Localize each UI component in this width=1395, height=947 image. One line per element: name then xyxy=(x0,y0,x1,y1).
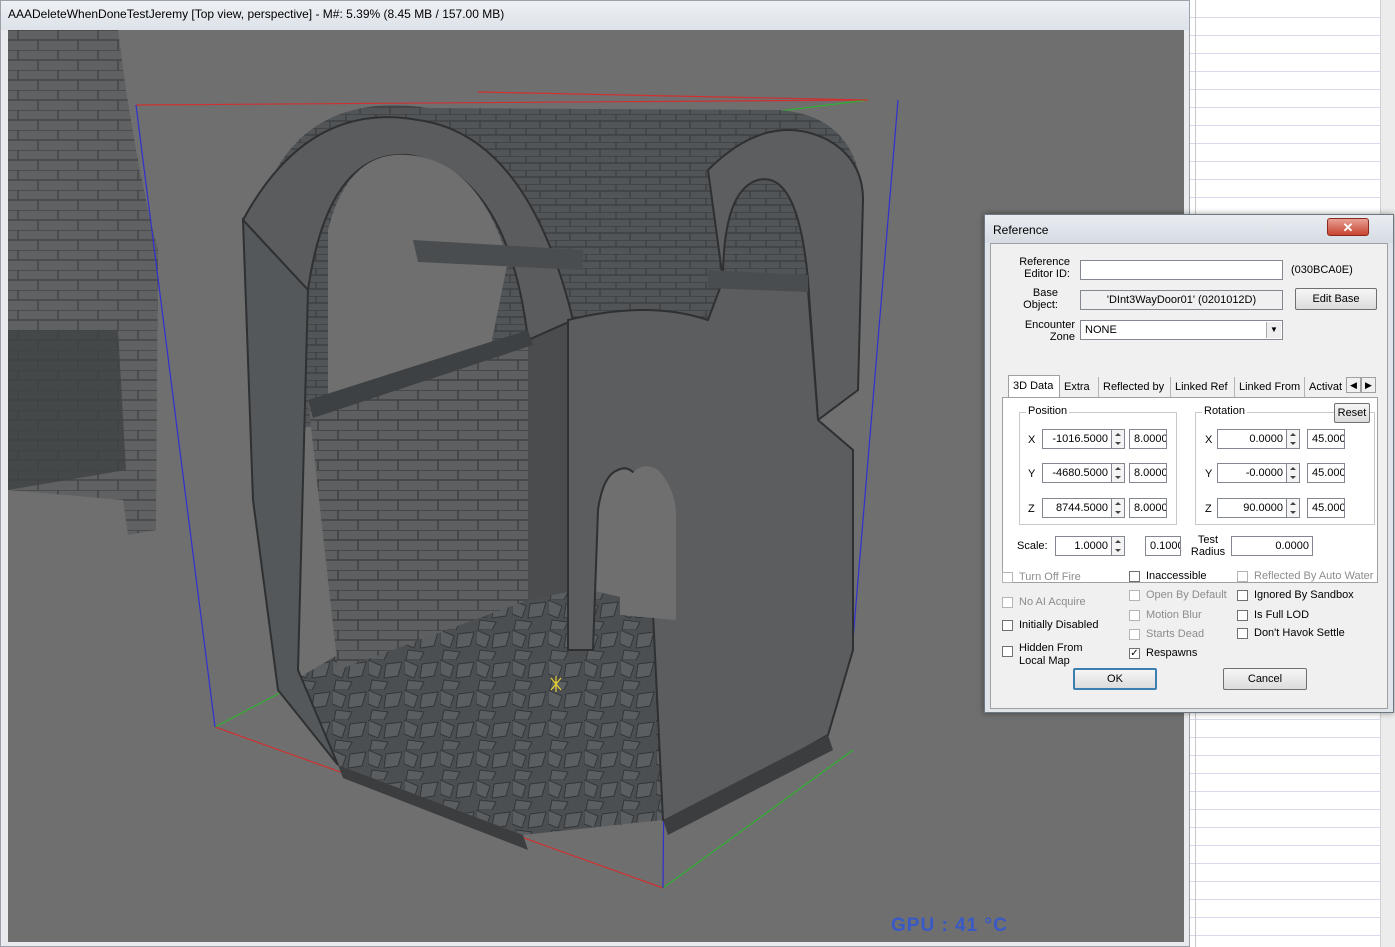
tab-scroll-left-icon[interactable]: ◀ xyxy=(1346,377,1361,393)
encounter-zone-select[interactable]: NONE ▼ xyxy=(1080,320,1283,340)
encounter-zone-label: Encounter Zone xyxy=(1024,319,1075,343)
tab-reflected-by[interactable]: Reflected by xyxy=(1099,377,1171,397)
checkbox-label: Motion Blur xyxy=(1146,609,1202,621)
position-x-label: X xyxy=(1028,434,1036,446)
chevron-down-icon[interactable]: ▼ xyxy=(1266,322,1281,338)
checkbox-box[interactable] xyxy=(1002,597,1013,608)
rotation-z-label: Z xyxy=(1205,503,1212,515)
position-z-input[interactable]: 8744.5000 xyxy=(1042,498,1112,518)
tab-bar: 3D Data Extra Reflected by Linked Ref Li… xyxy=(1008,375,1376,398)
close-button[interactable]: ✕ xyxy=(1327,218,1369,236)
position-z-label: Z xyxy=(1028,503,1035,515)
checkbox-label: Hidden From Local Map xyxy=(1019,642,1083,667)
checkbox-box[interactable] xyxy=(1129,590,1140,601)
checkbox-label: Respawns xyxy=(1146,647,1198,659)
position-y-step-input[interactable]: 8.0000 xyxy=(1129,463,1167,483)
reference-editor-id-input[interactable] xyxy=(1080,260,1283,280)
tab-3d-data[interactable]: 3D Data xyxy=(1008,375,1060,398)
tab-page-3d-data: Position X -1016.5000 8.0000 Y -4680.500… xyxy=(1002,397,1378,583)
ok-button[interactable]: OK xyxy=(1073,668,1157,690)
scale-step-input[interactable]: 0.1000 xyxy=(1145,536,1181,556)
position-z-step-input[interactable]: 8.0000 xyxy=(1129,498,1167,518)
tab-linked-ref[interactable]: Linked Ref xyxy=(1171,377,1235,397)
base-object-label: Base Object: xyxy=(1023,287,1058,311)
reference-dialog: Reference ✕ Reference Editor ID: (030BCA… xyxy=(984,214,1394,713)
checkbox-label: Starts Dead xyxy=(1146,628,1205,640)
test-radius-input[interactable]: 0.0000 xyxy=(1231,536,1313,556)
checkbox-label: Ignored By Sandbox xyxy=(1254,589,1354,601)
checkbox-label: Is Full LOD xyxy=(1254,609,1310,621)
scale-input[interactable]: 1.0000 xyxy=(1055,536,1112,556)
encounter-zone-value: NONE xyxy=(1085,324,1117,336)
checkbox-box[interactable] xyxy=(1237,610,1248,621)
dialog-title: Reference xyxy=(993,223,1049,237)
scale-spinner[interactable] xyxy=(1112,536,1125,556)
rotation-z-input[interactable]: 90.0000 xyxy=(1217,498,1287,518)
base-object-field: 'DInt3WayDoor01' (0201012D) xyxy=(1080,290,1283,310)
checkbox-box[interactable] xyxy=(1002,646,1013,657)
checkbox-box[interactable] xyxy=(1129,571,1140,582)
rotation-z-step-input[interactable]: 45.000 xyxy=(1307,498,1345,518)
rotation-x-label: X xyxy=(1205,434,1213,446)
checkbox-label: Open By Default xyxy=(1146,589,1227,601)
checkbox-box[interactable] xyxy=(1129,610,1140,621)
rotation-y-spinner[interactable] xyxy=(1287,463,1300,483)
reset-rotation-button[interactable]: Reset xyxy=(1334,403,1370,423)
checkbox-label: Don't Havok Settle xyxy=(1254,627,1345,639)
door-model xyxy=(241,105,865,850)
position-group: Position X -1016.5000 8.0000 Y -4680.500… xyxy=(1019,405,1177,525)
rotation-y-step-input[interactable]: 45.000 xyxy=(1307,463,1345,483)
rotation-group: Rotation Reset X 0.0000 45.000 Y -0.0000… xyxy=(1195,403,1375,525)
dialog-panel: Reference Editor ID: (030BCA0E) Base Obj… xyxy=(990,243,1388,709)
gpu-temperature-overlay: GPU : 41 °C xyxy=(891,915,1008,936)
test-radius-label: Test Radius xyxy=(1190,534,1226,558)
position-x-input[interactable]: -1016.5000 xyxy=(1042,429,1112,449)
rotation-z-spinner[interactable] xyxy=(1287,498,1300,518)
render-window-title: AAADeleteWhenDoneTestJeremy [Top view, p… xyxy=(8,7,505,21)
checkbox-box[interactable] xyxy=(1237,628,1248,639)
checkmark-icon[interactable]: ✓ xyxy=(1129,648,1140,659)
position-x-spinner[interactable] xyxy=(1112,429,1125,449)
rotation-y-label: Y xyxy=(1205,468,1213,480)
tab-scroll-right-icon[interactable]: ▶ xyxy=(1361,377,1376,393)
form-id-text: (030BCA0E) xyxy=(1291,264,1353,276)
tab-extra[interactable]: Extra xyxy=(1060,377,1099,397)
position-x-step-input[interactable]: 8.0000 xyxy=(1129,429,1167,449)
rotation-x-spinner[interactable] xyxy=(1287,429,1300,449)
rotation-x-input[interactable]: 0.0000 xyxy=(1217,429,1287,449)
checkbox-label: Inaccessible xyxy=(1146,570,1207,582)
cancel-button[interactable]: Cancel xyxy=(1223,668,1307,690)
rotation-y-input[interactable]: -0.0000 xyxy=(1217,463,1287,483)
reference-editor-id-label: Reference Editor ID: xyxy=(1019,256,1070,280)
checkbox-box[interactable] xyxy=(1237,571,1248,582)
position-z-spinner[interactable] xyxy=(1112,498,1125,518)
checkbox-label: Turn Off Fire xyxy=(1019,571,1081,583)
checkbox-box[interactable] xyxy=(1237,590,1248,601)
tab-linked-from[interactable]: Linked From xyxy=(1235,377,1305,397)
checkbox-label: Reflected By Auto Water xyxy=(1254,570,1374,582)
checkbox-box[interactable] xyxy=(1002,620,1013,631)
position-y-label: Y xyxy=(1028,468,1036,480)
checkbox-box[interactable] xyxy=(1129,629,1140,640)
position-group-label: Position xyxy=(1026,405,1070,417)
checkbox-label: No AI Acquire xyxy=(1019,596,1086,608)
position-y-spinner[interactable] xyxy=(1112,463,1125,483)
render-window-titlebar[interactable]: AAADeleteWhenDoneTestJeremy [Top view, p… xyxy=(1,1,1189,30)
dialog-titlebar[interactable]: Reference ✕ xyxy=(985,215,1393,243)
checkbox-label: Initially Disabled xyxy=(1019,619,1099,631)
edit-base-button[interactable]: Edit Base xyxy=(1295,288,1377,310)
rotation-x-step-input[interactable]: 45.000 xyxy=(1307,429,1345,449)
position-y-input[interactable]: -4680.5000 xyxy=(1042,463,1112,483)
tab-activate-parents[interactable]: Activat xyxy=(1305,377,1347,397)
rotation-group-label: Rotation xyxy=(1202,405,1247,417)
checkbox-box[interactable] xyxy=(1002,572,1013,583)
